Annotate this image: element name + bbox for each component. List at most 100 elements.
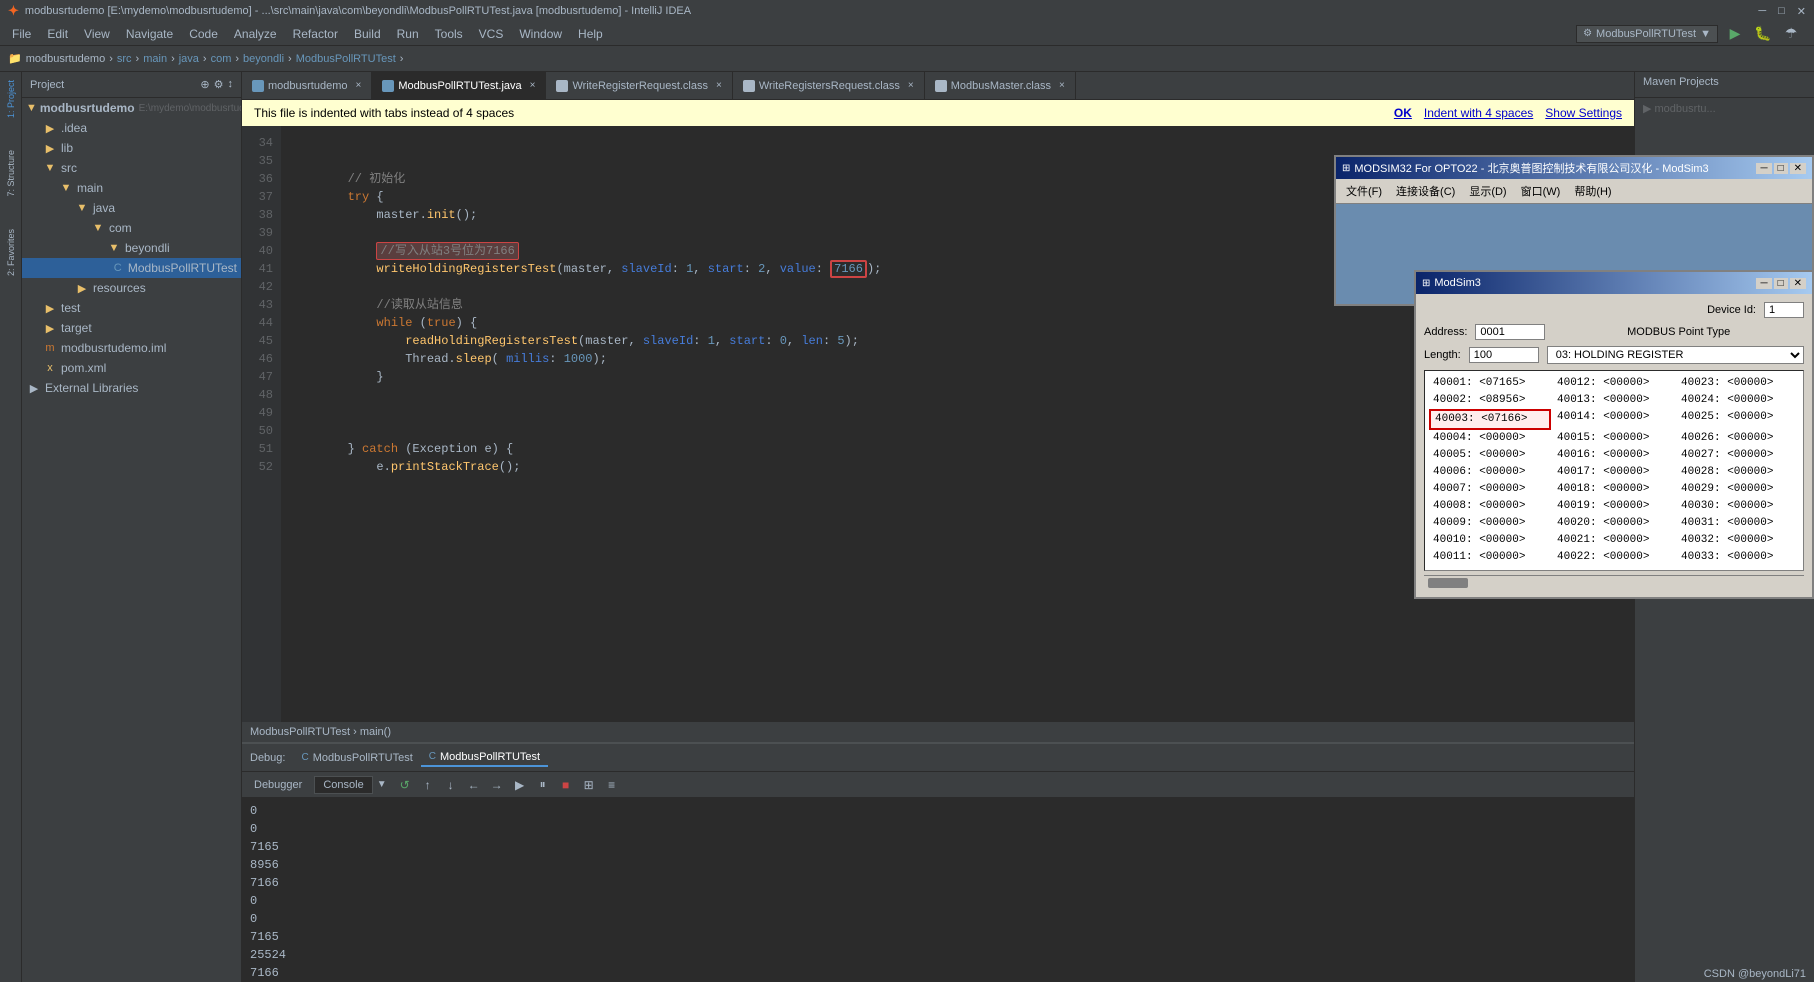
action-indent[interactable]: Indent with 4 spaces	[1424, 106, 1533, 120]
tree-item-external[interactable]: ▶ External Libraries	[22, 378, 241, 398]
bc-java[interactable]: java	[179, 53, 199, 65]
tree-item-pom[interactable]: x pom.xml	[22, 358, 241, 378]
debug-instance1[interactable]: C ModbusPollRTUTest	[293, 750, 420, 766]
sync-btn[interactable]: ⊕	[200, 78, 209, 91]
tab-project[interactable]: modbusrtudemo ×	[242, 72, 372, 99]
menu-analyze[interactable]: Analyze	[226, 25, 285, 43]
menu-navigate[interactable]: Navigate	[118, 25, 181, 43]
action-settings[interactable]: Show Settings	[1545, 106, 1622, 120]
device-id-input[interactable]	[1764, 302, 1804, 318]
tree-item-target[interactable]: ▶ target	[22, 318, 241, 338]
project-tool-btn[interactable]: 1: Project	[2, 76, 20, 122]
debugger-tab[interactable]: Debugger	[246, 777, 310, 793]
modsim-menu-help[interactable]: 帮助(H)	[1568, 181, 1617, 201]
modsim3-scrollbar[interactable]	[1424, 575, 1804, 589]
collapse-btn[interactable]: ↕	[228, 78, 234, 91]
tree-item-lib[interactable]: ▶ lib	[22, 138, 241, 158]
bc-com[interactable]: com	[211, 53, 232, 65]
address-input[interactable]	[1475, 324, 1545, 340]
console-tab[interactable]: Console	[314, 776, 372, 794]
grid-cell: 40026: <00000>	[1677, 430, 1799, 447]
modsim-menu-file[interactable]: 文件(F)	[1340, 181, 1388, 201]
modsim-menu-window[interactable]: 窗口(W)	[1515, 181, 1567, 201]
tree-item-main[interactable]: ▼ main	[22, 178, 241, 198]
menu-code[interactable]: Code	[181, 25, 226, 43]
close-icon[interactable]: ×	[530, 80, 536, 91]
debug-button[interactable]: 🐛	[1752, 23, 1774, 45]
close-modsim[interactable]: ✕	[1790, 163, 1806, 174]
modsim3-icon: ⊞	[1422, 278, 1430, 289]
step-right-btn[interactable]: →	[487, 775, 507, 795]
view-btn[interactable]: ⊞	[579, 775, 599, 795]
run-config-dropdown[interactable]: ⚙ ModbusPollRTUTest ▼	[1576, 25, 1718, 43]
menu-view[interactable]: View	[76, 25, 118, 43]
tab-modbus-master[interactable]: ModbusMaster.class ×	[925, 72, 1076, 99]
tree-item-idea[interactable]: ▶ .idea	[22, 118, 241, 138]
modsim-menu-display[interactable]: 显示(D)	[1463, 181, 1512, 201]
tab-modbuspoll[interactable]: ModbusPollRTUTest.java ×	[372, 72, 546, 99]
console-arrow[interactable]: ▼	[377, 779, 387, 790]
tree-item-beyondli[interactable]: ▼ beyondli	[22, 238, 241, 258]
grid-row: 40009: <00000> 40020: <00000> 40031: <00…	[1429, 515, 1799, 532]
minimize-modsim[interactable]: ─	[1756, 163, 1771, 174]
modsim-menu-connect[interactable]: 连接设备(C)	[1390, 181, 1461, 201]
debug-output[interactable]: 0 0 7165 8956 7166 0 0 7165 25524 7166 0…	[242, 798, 1634, 982]
tree-item-resources[interactable]: ▶ resources	[22, 278, 241, 298]
stop-btn[interactable]: ■	[556, 775, 576, 795]
menu-vcs[interactable]: VCS	[471, 25, 512, 43]
tree-item-java[interactable]: ▼ java	[22, 198, 241, 218]
maven-item[interactable]: ▶ modbusrtu...	[1643, 103, 1716, 115]
play-btn[interactable]: ▶	[510, 775, 530, 795]
menu-file[interactable]: File	[4, 25, 39, 43]
bc-main[interactable]: main	[143, 53, 167, 65]
maximize-btn[interactable]: □	[1778, 5, 1785, 18]
menu-tools[interactable]: Tools	[427, 25, 471, 43]
gear-icon[interactable]: ⚙	[214, 78, 224, 91]
length-input[interactable]	[1469, 347, 1539, 363]
settings-btn[interactable]: ≡	[602, 775, 622, 795]
point-type-select[interactable]: 03: HOLDING REGISTER	[1547, 346, 1804, 364]
tree-label: .idea	[61, 121, 87, 135]
step-down-btn[interactable]: ↓	[441, 775, 461, 795]
bc-beyondli[interactable]: beyondli	[243, 53, 284, 65]
step-left-btn[interactable]: ←	[464, 775, 484, 795]
menu-refactor[interactable]: Refactor	[285, 25, 346, 43]
close-icon[interactable]: ×	[1059, 80, 1065, 91]
favorites-tool-btn[interactable]: 2: Favorites	[2, 225, 20, 280]
minimize-btn[interactable]: ─	[1758, 5, 1766, 18]
bc-src[interactable]: src	[117, 53, 132, 65]
close-icon[interactable]: ×	[356, 80, 362, 91]
menu-run[interactable]: Run	[389, 25, 427, 43]
close-icon[interactable]: ×	[908, 80, 914, 91]
tree-item-src[interactable]: ▼ src	[22, 158, 241, 178]
tree-item-modbuspoll[interactable]: C ModbusPollRTUTest	[22, 258, 241, 278]
menu-window[interactable]: Window	[511, 25, 570, 43]
action-ok[interactable]: OK	[1394, 106, 1412, 120]
bc-root[interactable]: modbusrtudemo	[26, 53, 106, 65]
menu-build[interactable]: Build	[346, 25, 389, 43]
minimize-modsim3[interactable]: ─	[1756, 278, 1771, 289]
menu-help[interactable]: Help	[570, 25, 611, 43]
tree-item-test[interactable]: ▶ test	[22, 298, 241, 318]
menu-edit[interactable]: Edit	[39, 25, 76, 43]
step-up-btn[interactable]: ↑	[418, 775, 438, 795]
maximize-modsim3[interactable]: □	[1774, 278, 1788, 289]
structure-tool-btn[interactable]: 7: Structure	[2, 146, 20, 201]
close-modsim3[interactable]: ✕	[1790, 278, 1806, 289]
pause-btn[interactable]: ⏸	[533, 775, 553, 795]
tree-item-root[interactable]: ▼ modbusrtudemo E:\mydemo\modbusrtudemo	[22, 98, 241, 118]
tree-item-iml[interactable]: m modbusrtudemo.iml	[22, 338, 241, 358]
tab-write-regs[interactable]: WriteRegistersRequest.class ×	[733, 72, 925, 99]
coverage-button[interactable]: ☂	[1780, 23, 1802, 45]
restart-btn[interactable]: ↺	[395, 775, 415, 795]
tree-path-root: E:\mydemo\modbusrtudemo	[139, 103, 241, 114]
maximize-modsim[interactable]: □	[1774, 163, 1788, 174]
bc-class[interactable]: ModbusPollRTUTest	[296, 53, 396, 65]
close-btn[interactable]: ✕	[1797, 5, 1806, 18]
tree-item-com[interactable]: ▼ com	[22, 218, 241, 238]
grid-cell: 40030: <00000>	[1677, 498, 1799, 515]
close-icon[interactable]: ×	[716, 80, 722, 91]
debug-instance2[interactable]: C ModbusPollRTUTest	[421, 749, 548, 767]
run-button[interactable]: ▶	[1724, 23, 1746, 45]
tab-write-reg[interactable]: WriteRegisterRequest.class ×	[546, 72, 732, 99]
